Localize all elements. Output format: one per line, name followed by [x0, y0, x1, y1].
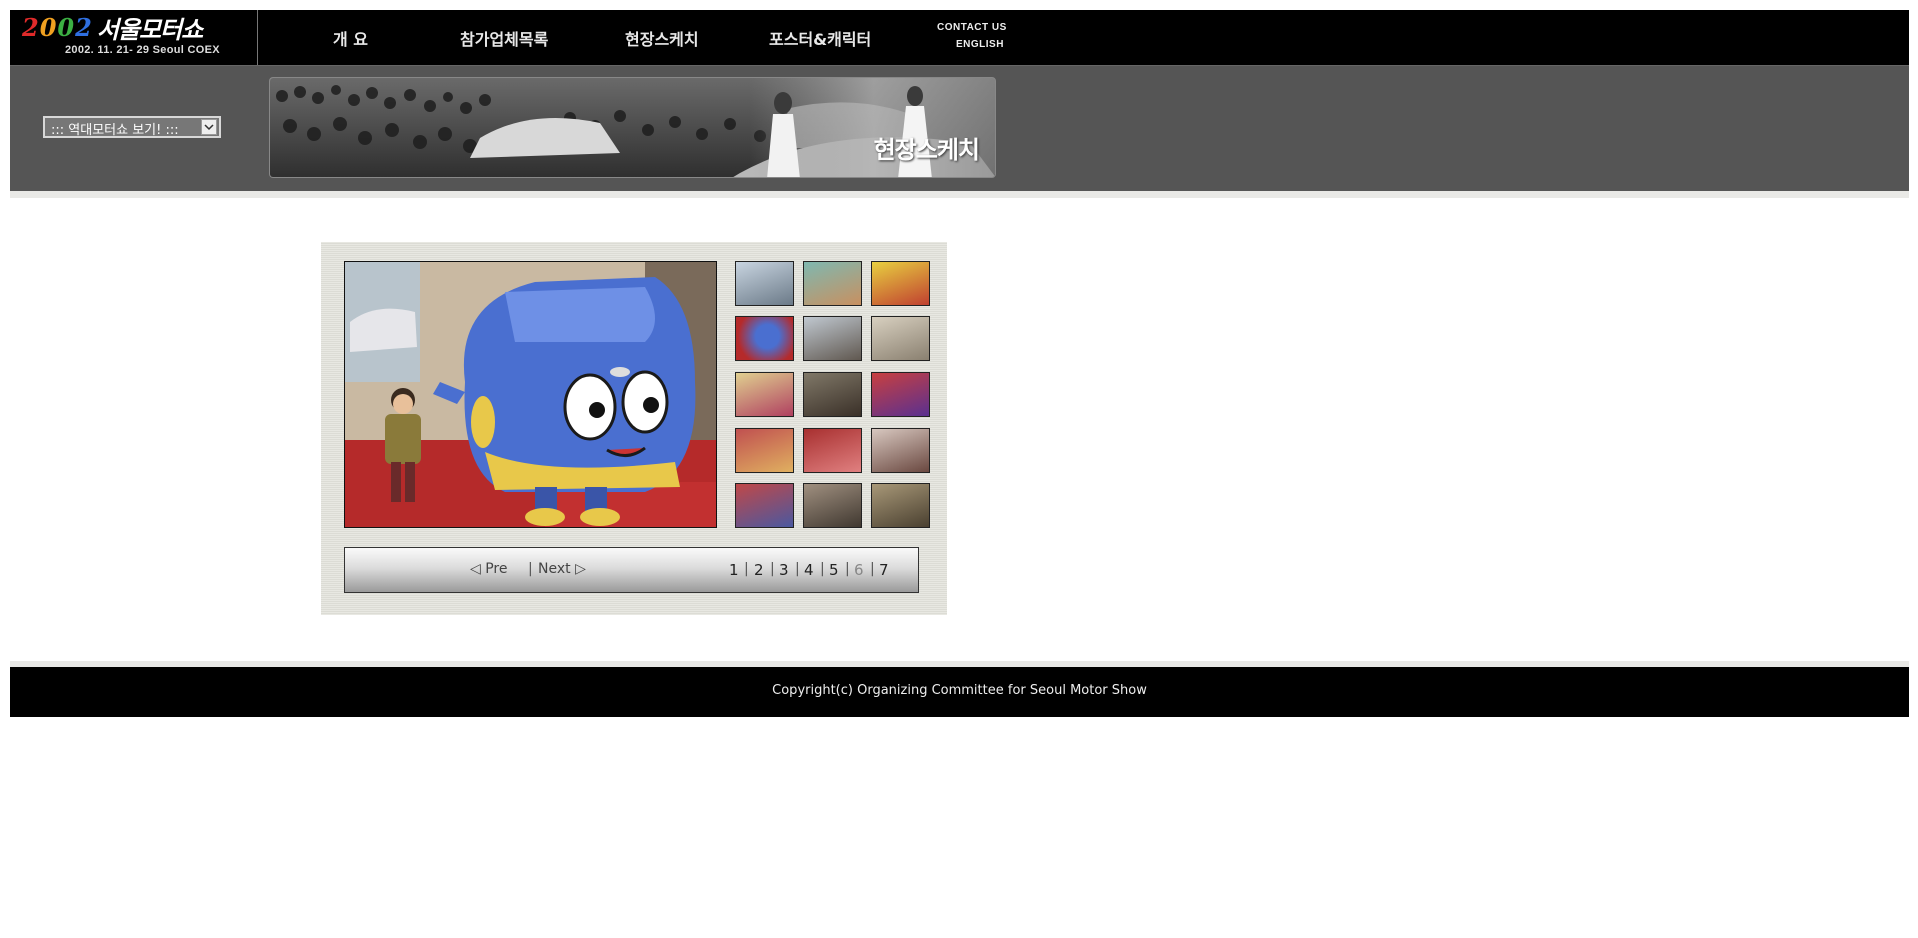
- logo-date-location: 2002. 11. 21- 29 Seoul COEX: [65, 44, 220, 56]
- banner-band: ::: 역대모터쇼 보기! ::: 현장스케치: [10, 66, 1909, 191]
- thumbnail[interactable]: [803, 261, 862, 306]
- banner-title: 현장스케치: [873, 136, 980, 164]
- page-link-3[interactable]: 3: [779, 561, 789, 579]
- nav-site-sketch[interactable]: 현장스케치: [625, 26, 699, 50]
- nav-exhibitors[interactable]: 참가업체목록: [460, 26, 548, 50]
- pager-separator: |: [795, 561, 800, 577]
- pager-separator: |: [845, 561, 850, 577]
- english-link[interactable]: ENGLISH: [956, 39, 1004, 50]
- prev-button[interactable]: ◁ Pre: [470, 561, 507, 577]
- pager-separator: |: [870, 561, 875, 577]
- thumbnail[interactable]: [735, 261, 794, 306]
- page-link-7[interactable]: 7: [879, 561, 889, 579]
- pager-separator: |: [770, 561, 775, 577]
- copyright-text: Copyright(c) Organizing Committee for Se…: [772, 683, 1147, 698]
- nav-poster-character[interactable]: 포스터&캐릭터: [769, 26, 871, 50]
- thumbnail[interactable]: [735, 428, 794, 473]
- thumbnail[interactable]: [735, 483, 794, 528]
- page-link-6-current[interactable]: 6: [854, 561, 864, 579]
- nav-overview[interactable]: 개 요: [333, 26, 368, 50]
- photo-gallery: ◁ Pre | Next ▷ 1 | 2 | 3 | 4 | 5 | 6 | 7: [321, 242, 947, 615]
- thumbnail[interactable]: [803, 428, 862, 473]
- pager-separator: |: [744, 561, 749, 577]
- pager-separator: |: [528, 561, 533, 577]
- band-divider: [10, 191, 1909, 198]
- logo-title: 서울모터쇼: [96, 15, 203, 44]
- thumbnail[interactable]: [735, 372, 794, 417]
- footer: Copyright(c) Organizing Committee for Se…: [10, 667, 1909, 717]
- thumbnail[interactable]: [735, 316, 794, 361]
- thumbnail[interactable]: [871, 261, 930, 306]
- thumbnail[interactable]: [871, 483, 930, 528]
- thumbnail[interactable]: [871, 316, 930, 361]
- thumbnail[interactable]: [871, 428, 930, 473]
- contact-us-link[interactable]: CONTACT US: [937, 22, 1007, 33]
- top-navigation-bar: 2002 서울모터쇼 2002. 11. 21- 29 Seoul COEX 개…: [10, 10, 1909, 66]
- page-link-2[interactable]: 2: [754, 561, 764, 579]
- page-link-1[interactable]: 1: [729, 561, 739, 579]
- thumbnail[interactable]: [803, 483, 862, 528]
- thumbnail[interactable]: [803, 316, 862, 361]
- thumbnail[interactable]: [871, 372, 930, 417]
- logo-wordmark: 2002 서울모터쇼: [22, 12, 203, 44]
- site-logo[interactable]: 2002 서울모터쇼 2002. 11. 21- 29 Seoul COEX: [10, 10, 258, 65]
- chevron-down-icon[interactable]: [201, 119, 217, 135]
- page-link-5[interactable]: 5: [829, 561, 839, 579]
- section-banner-image: 현장스케치: [269, 77, 996, 178]
- history-select-value: ::: 역대모터쇼 보기! :::: [51, 123, 179, 138]
- gallery-pager: ◁ Pre | Next ▷ 1 | 2 | 3 | 4 | 5 | 6 | 7: [344, 547, 919, 593]
- main-photo: [344, 261, 717, 528]
- pager-separator: |: [820, 561, 825, 577]
- page-link-4[interactable]: 4: [804, 561, 814, 579]
- thumbnail[interactable]: [803, 372, 862, 417]
- next-button[interactable]: Next ▷: [538, 561, 586, 577]
- logo-year: 2002: [22, 12, 93, 42]
- history-motorshow-select[interactable]: ::: 역대모터쇼 보기! :::: [43, 116, 221, 138]
- mascot-photo: [345, 262, 716, 527]
